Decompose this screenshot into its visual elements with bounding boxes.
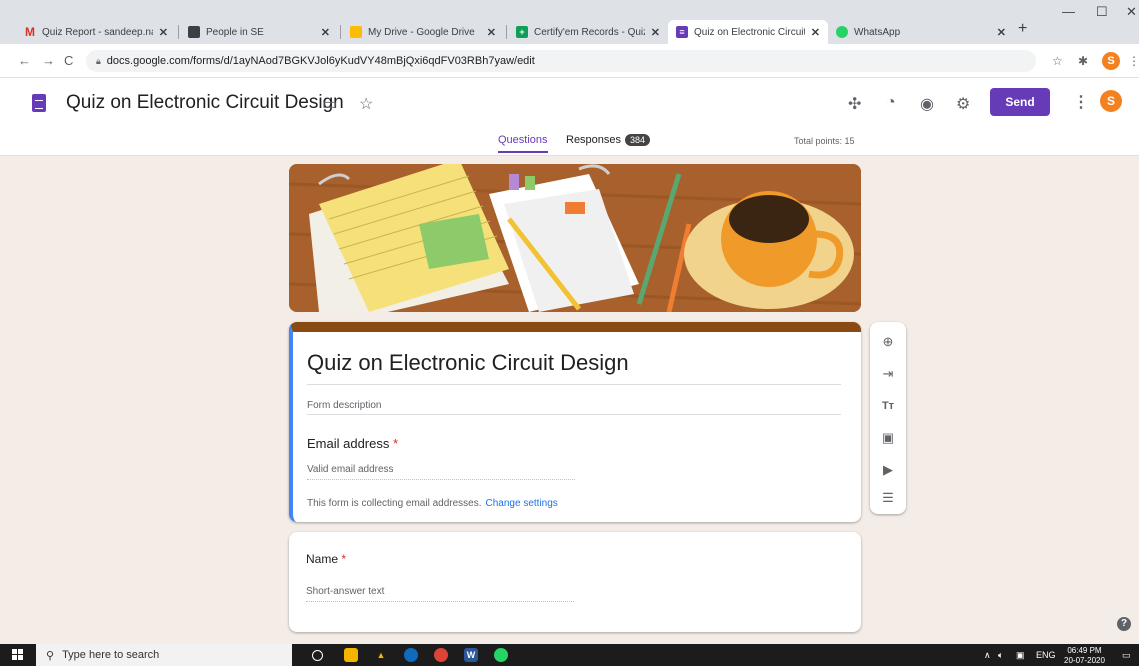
form-title-card[interactable]: Quiz on Electronic Circuit Design Form d… [289,322,861,522]
browser-menu-icon[interactable]: ⋮ [1128,54,1139,68]
tab-separator [506,25,507,39]
back-icon[interactable]: ← [18,53,31,68]
email-collection-note: This form is collecting email addresses.… [307,498,558,509]
maximize-icon[interactable]: ☐ [1096,4,1108,20]
form-title[interactable]: Quiz on Electronic Circuit Design [307,350,841,385]
extensions-icon[interactable]: ✱ [1078,54,1088,68]
short-answer-field[interactable]: Short-answer text [306,586,574,602]
taskbar-search-placeholder: Type here to search [62,649,160,661]
close-icon[interactable]: ✕ [997,26,1006,39]
required-asterisk: * [338,552,347,566]
search-icon: ⚲ [46,649,55,662]
forms-icon: ≡ [676,26,688,38]
people-icon [188,26,200,38]
tray-chevron-icon[interactable]: ∧ [984,650,991,661]
reload-icon[interactable]: C [64,53,73,68]
add-video-icon[interactable]: ▶ [878,460,898,480]
cortana-icon[interactable] [312,650,323,661]
close-icon[interactable]: ✕ [487,26,496,39]
form-description-input[interactable]: Form description [307,400,841,415]
palette-icon[interactable]: ◔ [886,94,896,112]
question-toolbar: ⊕ ⇥ Tт ▣ ▶ ☰ [870,322,906,514]
add-title-description-icon[interactable]: Tт [878,396,898,416]
required-asterisk: * [389,436,399,451]
lock-icon: 🔒︎ [96,55,101,66]
document-title[interactable]: Quiz on Electronic Circuit Design [66,92,344,114]
url-text: docs.google.com/forms/d/1ayNAod7BGKVJol6… [106,55,535,67]
tab-certifyem-records[interactable]: + Certify'em Records - Quiz on ✕ [508,20,668,44]
chrome-icon[interactable] [434,648,448,662]
send-button[interactable]: Send [990,88,1050,116]
forward-icon[interactable]: → [42,53,55,68]
google-forms-logo-icon[interactable] [32,94,46,112]
close-window-icon[interactable]: ✕ [1126,4,1137,20]
clock-date: 20-07-2020 [1064,656,1105,665]
tab-questions[interactable]: Questions [498,134,548,153]
email-address-label: Email address * [307,436,398,451]
notifications-icon[interactable]: ▭ [1122,650,1131,661]
question-label: Name * [306,552,346,566]
tab-whatsapp[interactable]: WhatsApp ✕ [828,20,1014,44]
email-collection-note-text: This form is collecting email addresses. [307,498,482,509]
total-points: Total points: 15 [794,136,855,146]
add-section-icon[interactable]: ☰ [878,488,898,508]
preview-eye-icon[interactable]: ◉ [920,94,934,114]
add-image-icon[interactable]: ▣ [878,428,898,448]
more-options-icon[interactable]: ⋮ [1073,92,1089,112]
address-bar-row: ← → C 🔒︎ docs.google.com/forms/d/1ayNAod… [0,44,1139,78]
header-banner-image [289,164,861,312]
close-icon[interactable]: ✕ [811,26,820,39]
question-card-name[interactable]: Name * Short-answer text [289,532,861,632]
tab-people-in-se[interactable]: People in SE ✕ [180,20,338,44]
question-label-text: Name [306,552,339,566]
account-avatar[interactable]: S [1100,90,1122,112]
windows-taskbar: ⚲ Type here to search ▲ W ∧ 🔈︎ ▣ ENG 06:… [0,644,1139,666]
gmail-icon: M [25,25,35,39]
sheets-icon: + [516,26,528,38]
tab-responses[interactable]: Responses 384 [566,134,651,146]
url-bar[interactable]: 🔒︎ docs.google.com/forms/d/1ayNAod7BGKVJ… [86,50,1036,72]
close-icon[interactable]: ✕ [651,26,660,39]
browser-profile-avatar[interactable]: S [1102,52,1120,70]
vlc-icon[interactable]: ▲ [374,648,388,662]
file-explorer-icon[interactable] [344,648,358,662]
system-clock[interactable]: 06:49 PM 20-07-2020 [1064,646,1105,666]
tab-responses-label: Responses [566,134,622,146]
add-question-icon[interactable]: ⊕ [878,332,898,352]
new-tab-icon[interactable]: + [1018,20,1027,38]
browser-tab-strip: M Quiz Report - sandeep.nalag ✕ People i… [0,0,1139,44]
folder-icon[interactable]: ▭ [322,94,337,114]
star-icon[interactable]: ☆ [359,94,373,114]
taskbar-search-box[interactable]: ⚲ Type here to search [36,644,292,666]
tab-gmail[interactable]: M Quiz Report - sandeep.nalag ✕ [16,20,176,44]
forms-header: Quiz on Electronic Circuit Design ▭ ☆ ✣ … [0,78,1139,156]
responses-count-badge: 384 [625,134,651,146]
minimize-icon[interactable]: — [1062,4,1075,19]
import-questions-icon[interactable]: ⇥ [878,364,898,384]
word-icon[interactable]: W [464,648,478,662]
whatsapp-taskbar-icon[interactable] [494,648,508,662]
tab-google-drive[interactable]: My Drive - Google Drive ✕ [342,20,504,44]
close-icon[interactable]: ✕ [321,26,330,39]
close-icon[interactable]: ✕ [159,26,168,39]
tab-quiz-form[interactable]: ≡ Quiz on Electronic Circuit De ✕ [668,20,828,44]
edge-icon[interactable] [404,648,418,662]
email-address-field[interactable]: Valid email address [307,464,575,480]
change-settings-link[interactable]: Change settings [486,498,558,509]
drive-icon [350,26,362,38]
windows-start-icon[interactable] [12,649,24,661]
bookmark-star-icon[interactable]: ☆ [1052,54,1063,68]
whatsapp-icon [836,26,848,38]
addons-puzzle-icon[interactable]: ✣ [848,94,861,114]
settings-gear-icon[interactable]: ⚙ [956,94,970,114]
network-icon[interactable]: ▣ [1016,650,1025,661]
clock-time: 06:49 PM [1067,646,1102,655]
tab-separator [178,25,179,39]
help-icon[interactable]: ? [1117,617,1131,631]
language-indicator[interactable]: ENG [1036,650,1056,660]
email-address-label-text: Email address [307,436,390,451]
volume-icon[interactable]: 🔈︎ [998,650,1003,661]
banner-illustration [289,164,861,312]
tab-separator [340,25,341,39]
